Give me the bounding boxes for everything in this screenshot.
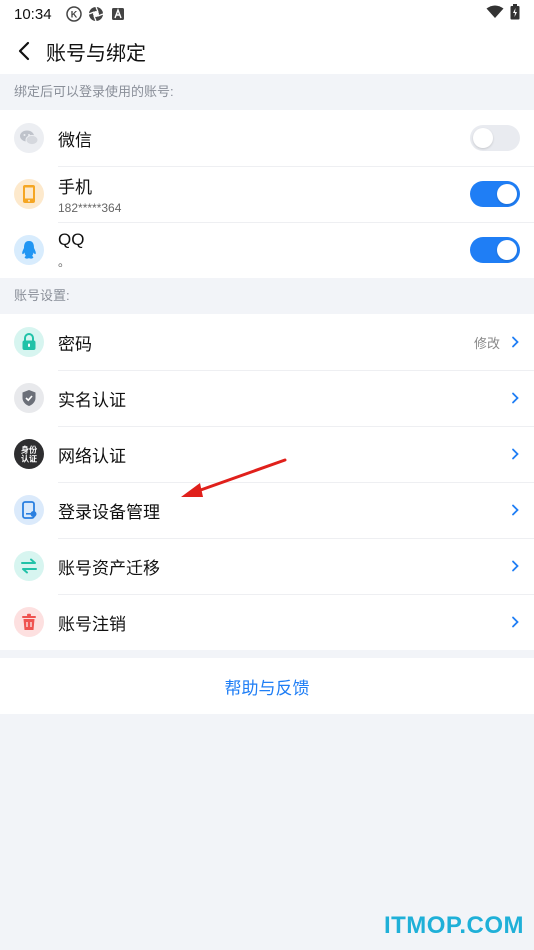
asset-transfer-label: 账号资产迁移 [58, 558, 160, 578]
phone-number: 182*****364 [58, 201, 122, 215]
app-header: 账号与绑定 [0, 28, 534, 74]
k-notification-icon: K [65, 6, 82, 22]
chevron-right-icon [510, 615, 520, 629]
back-arrow-icon [18, 41, 30, 61]
lock-icon [14, 327, 44, 357]
transfer-icon [14, 551, 44, 581]
wifi-icon [486, 5, 504, 23]
phone-icon [14, 179, 44, 209]
qq-account: 。 [58, 255, 71, 269]
settings-row-real-name[interactable]: 实名认证 [0, 370, 534, 426]
network-auth-label: 网络认证 [58, 446, 126, 466]
help-feedback-bar: 帮助与反馈 [0, 658, 534, 714]
svg-text:认证: 认证 [21, 454, 37, 464]
settings-row-cancel-account[interactable]: 账号注销 [0, 594, 534, 650]
trash-icon [14, 607, 44, 637]
qq-label: QQ [58, 230, 85, 249]
svg-text:K: K [70, 10, 77, 20]
qq-toggle[interactable] [470, 237, 520, 263]
bind-section-label: 绑定后可以登录使用的账号: [0, 74, 534, 110]
chevron-right-icon [510, 335, 520, 349]
settings-row-asset-transfer[interactable]: 账号资产迁移 [0, 538, 534, 594]
svg-text:身份: 身份 [21, 445, 38, 455]
wechat-toggle[interactable] [470, 125, 520, 151]
real-name-label: 实名认证 [58, 390, 126, 410]
chevron-right-icon [510, 447, 520, 461]
cancel-account-label: 账号注销 [58, 614, 126, 634]
page-title: 账号与绑定 [46, 42, 146, 65]
chevron-right-icon [510, 391, 520, 405]
back-button[interactable] [10, 37, 38, 65]
bind-row-qq[interactable]: QQ 。 [0, 222, 534, 278]
annotation-arrow-icon [181, 458, 287, 497]
password-modify-text: 修改 [473, 335, 500, 351]
chevron-right-icon [510, 559, 520, 573]
wechat-icon [14, 123, 44, 153]
qq-icon [14, 235, 44, 265]
bind-row-wechat[interactable]: 微信 [0, 110, 534, 166]
bind-row-phone[interactable]: 手机 182*****364 [0, 166, 534, 222]
a-notification-icon [110, 6, 126, 22]
settings-row-password[interactable]: 密码 修改 [0, 314, 534, 370]
wechat-label: 微信 [58, 130, 92, 150]
watermark: ITMOP.COM [383, 912, 524, 939]
phone-label: 手机 [58, 178, 92, 197]
identity-badge-icon: 身份 认证 [14, 439, 44, 469]
phone-toggle[interactable] [470, 181, 520, 207]
password-label: 密码 [58, 334, 92, 354]
help-feedback-link[interactable]: 帮助与反馈 [225, 674, 310, 699]
battery-icon [510, 4, 520, 24]
device-icon [14, 495, 44, 525]
chevron-right-icon [510, 503, 520, 517]
settings-section-label: 账号设置: [0, 278, 534, 314]
aperture-notification-icon [88, 6, 104, 22]
bind-list: 微信 手机 182*****364 QQ 。 [0, 110, 534, 278]
device-management-label: 登录设备管理 [58, 502, 160, 522]
status-bar: 10:34 K [0, 0, 534, 28]
shield-icon [14, 383, 44, 413]
status-time: 10:34 [14, 5, 52, 23]
